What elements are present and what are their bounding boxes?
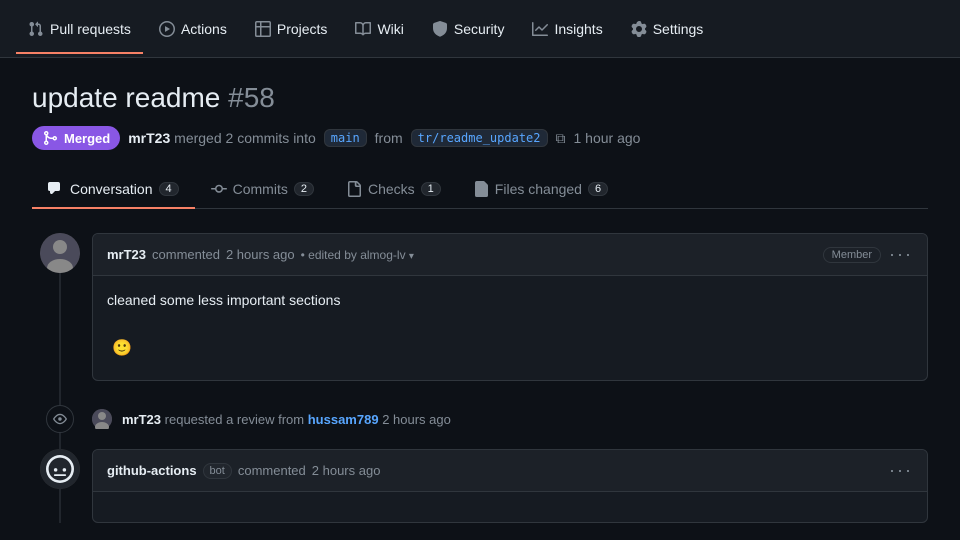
comment-header-left-bot: github-actions bot commented 2 hours ago (107, 463, 380, 479)
gear-icon (631, 21, 647, 37)
bot-badge: bot (203, 463, 232, 479)
nav-security-label: Security (454, 21, 505, 37)
nav-security[interactable]: Security (420, 13, 517, 45)
from-text: from (375, 130, 403, 146)
comment-action-1: commented (152, 247, 220, 262)
nav-settings[interactable]: Settings (619, 13, 716, 45)
nav-actions-label: Actions (181, 21, 227, 37)
nav-wiki[interactable]: Wiki (343, 13, 415, 45)
timeline-event-review: mrT23 requested a review from hussam789 … (92, 397, 928, 441)
pr-title-text: update readme (32, 82, 220, 113)
tab-checks-label: Checks (368, 181, 415, 197)
conversation-icon (48, 181, 64, 197)
edited-chevron-icon[interactable]: ▾ (409, 251, 414, 262)
comment-box-bot: github-actions bot commented 2 hours ago… (92, 449, 928, 523)
comment-header-bot: github-actions bot commented 2 hours ago… (93, 450, 927, 492)
comment-more-button-1[interactable]: ··· (889, 244, 913, 265)
comment-header-left-1: mrT23 commented 2 hours ago • edited by … (107, 247, 414, 262)
member-badge: Member (823, 247, 881, 263)
comment-header-right-bot: ··· (889, 460, 913, 481)
play-icon (159, 21, 175, 37)
nav-settings-label: Settings (653, 21, 704, 37)
commits-icon (211, 181, 227, 197)
event-text: mrT23 requested a review from hussam789 … (122, 412, 451, 427)
tab-files-changed[interactable]: Files changed 6 (457, 171, 624, 209)
comment-bot: github-actions bot commented 2 hours ago… (92, 449, 928, 523)
nav-pull-requests-label: Pull requests (50, 21, 131, 37)
comment-box-1: mrT23 commented 2 hours ago • edited by … (92, 233, 928, 381)
avatar-github-actions (40, 449, 80, 489)
comment-more-button-bot[interactable]: ··· (889, 460, 913, 481)
nav-insights[interactable]: Insights (520, 13, 614, 45)
comment-header-1: mrT23 commented 2 hours ago • edited by … (93, 234, 927, 276)
comment-time-1: 2 hours ago (226, 247, 295, 262)
tab-commits-label: Commits (233, 181, 288, 197)
pr-icon (28, 21, 44, 37)
comment-header-right-1: Member ··· (823, 244, 913, 265)
main-content: update readme #58 Merged mrT23 merged 2 … (0, 58, 960, 523)
graph-icon (532, 21, 548, 37)
tab-files-changed-count: 6 (588, 182, 608, 196)
pr-tabs: Conversation 4 Commits 2 Checks 1 Files … (32, 170, 928, 209)
timeline: mrT23 commented 2 hours ago • edited by … (32, 233, 928, 523)
bot-time: 2 hours ago (312, 463, 381, 478)
event-target[interactable]: hussam789 (308, 412, 379, 427)
checks-icon (346, 181, 362, 197)
eye-icon-wrap (46, 405, 74, 433)
pr-number: #58 (228, 82, 275, 113)
emoji-reaction-button[interactable]: 🙂 (107, 332, 137, 366)
merge-icon (42, 130, 58, 146)
shield-icon (432, 21, 448, 37)
merged-badge: Merged (32, 126, 120, 150)
bot-username[interactable]: github-actions (107, 463, 197, 478)
avatar-mrt23 (40, 233, 80, 273)
nav-projects[interactable]: Projects (243, 13, 340, 45)
pr-time: 1 hour ago (574, 130, 641, 146)
pr-title: update readme #58 (32, 82, 928, 114)
tab-conversation-count: 4 (159, 182, 179, 196)
comment-body-1: cleaned some less important sections 🙂 (93, 276, 927, 380)
target-branch[interactable]: main (324, 129, 367, 147)
tab-checks[interactable]: Checks 1 (330, 171, 457, 209)
nav-actions[interactable]: Actions (147, 13, 239, 45)
comment-edited-1: • edited by almog-lv ▾ (301, 248, 414, 262)
tab-conversation[interactable]: Conversation 4 (32, 171, 195, 209)
merged-badge-label: Merged (64, 131, 110, 146)
tab-conversation-label: Conversation (70, 181, 153, 197)
nav-projects-label: Projects (277, 21, 328, 37)
tab-files-changed-label: Files changed (495, 181, 582, 197)
files-changed-icon (473, 181, 489, 197)
event-actor[interactable]: mrT23 (122, 412, 161, 427)
source-branch[interactable]: tr/readme_update2 (411, 129, 548, 147)
pr-author: mrT23 merged 2 commits into (128, 130, 316, 146)
edited-by-link[interactable]: almog-lv (360, 248, 405, 262)
comment-body-bot (93, 492, 927, 522)
comment-username-1[interactable]: mrT23 (107, 247, 146, 262)
tab-commits[interactable]: Commits 2 (195, 171, 330, 209)
nav-pull-requests[interactable]: Pull requests (16, 13, 143, 45)
comment-1: mrT23 commented 2 hours ago • edited by … (92, 233, 928, 381)
pr-status-bar: Merged mrT23 merged 2 commits into main … (32, 126, 928, 150)
comment-text-1: cleaned some less important sections (107, 290, 913, 311)
tab-checks-count: 1 (421, 182, 441, 196)
top-nav: Pull requests Actions Projects Wiki (0, 0, 960, 58)
bot-action: commented (238, 463, 306, 478)
book-icon (355, 21, 371, 37)
nav-wiki-label: Wiki (377, 21, 403, 37)
eye-icon (53, 412, 67, 426)
event-avatar-mrt23 (92, 409, 112, 429)
bot-avatar-icon (40, 449, 80, 489)
comments-section: mrT23 commented 2 hours ago • edited by … (32, 209, 928, 523)
copy-branch-button[interactable]: ⧉ (556, 130, 566, 147)
nav-insights-label: Insights (554, 21, 602, 37)
tab-commits-count: 2 (294, 182, 314, 196)
table-icon (255, 21, 271, 37)
